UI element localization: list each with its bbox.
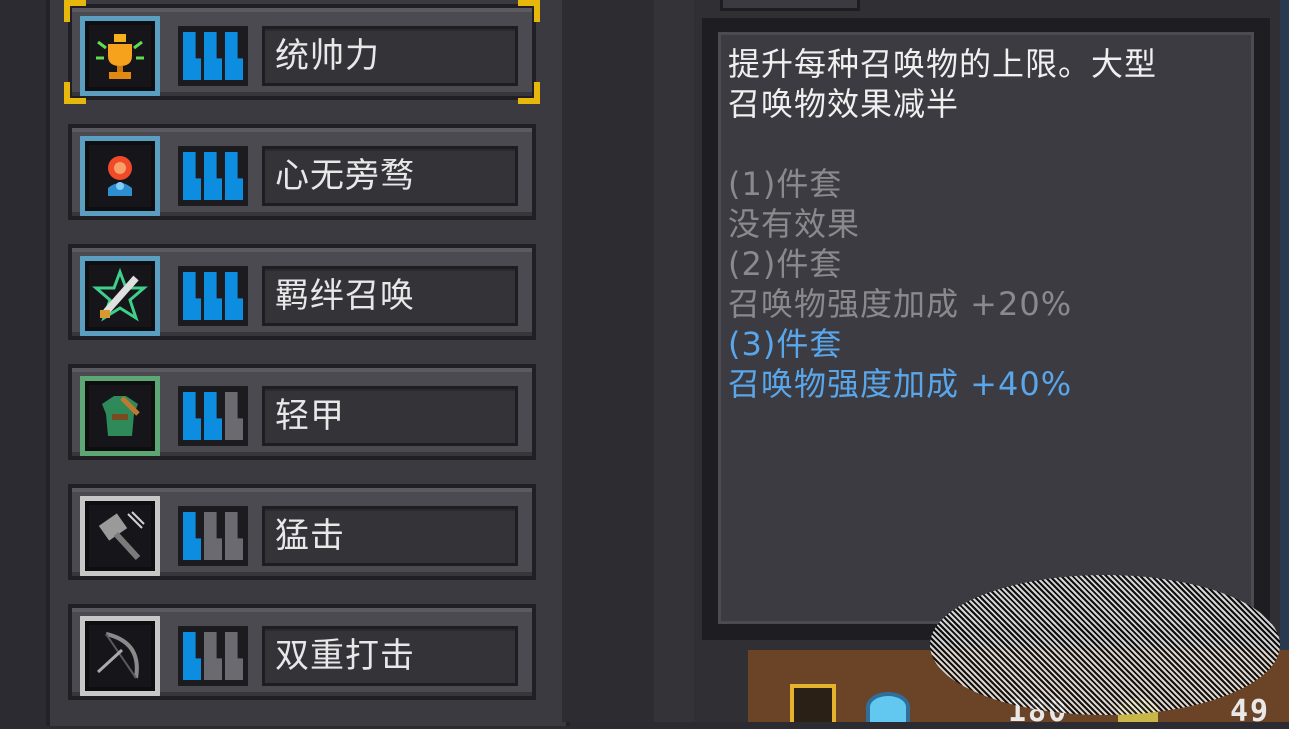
- golden-trophy-icon: [80, 16, 160, 96]
- level-pip: [225, 392, 243, 440]
- skill-row-jibanzhaohuan[interactable]: 羁绊召唤: [68, 244, 536, 340]
- level-pip: [204, 392, 222, 440]
- right-edge-strip: [1280, 0, 1289, 650]
- level-bars: [178, 266, 248, 326]
- level-bars: [178, 506, 248, 566]
- skill-row-xinwupangwu[interactable]: 心无旁骛: [68, 124, 536, 220]
- skill-name: 心无旁骛: [262, 146, 518, 206]
- tier-1-effect: 没有效果: [728, 205, 861, 243]
- skill-row-mengji[interactable]: 猛击: [68, 484, 536, 580]
- star-sword-icon: [80, 256, 160, 336]
- bow-icon: [80, 616, 160, 696]
- level-pip: [183, 392, 201, 440]
- tier-2-label: (2)件套: [728, 245, 843, 283]
- panel-gap: [562, 0, 654, 722]
- tooltip-description: 提升每种召唤物的上限。大型: [728, 45, 1158, 83]
- tier-3-effect: 召唤物强度加成 +40%: [728, 365, 1073, 403]
- level-pip: [225, 272, 243, 320]
- level-pip: [183, 152, 201, 200]
- level-pip: [183, 512, 201, 560]
- skill-name: 轻甲: [262, 386, 518, 446]
- level-bars: [178, 146, 248, 206]
- level-bars: [178, 626, 248, 686]
- tier-1-label: (1)件套: [728, 165, 843, 203]
- tooltip-tab: [720, 0, 860, 11]
- skill-name: 双重打击: [262, 626, 518, 686]
- gold-count: 49: [1230, 694, 1271, 729]
- green-armor-icon: [80, 376, 160, 456]
- level-pip: [204, 512, 222, 560]
- level-bars: [178, 26, 248, 86]
- skill-row-tongshuaili[interactable]: 统帅力: [64, 0, 540, 104]
- level-pip: [183, 632, 201, 680]
- skill-row-shuangchongdaji[interactable]: 双重打击: [68, 604, 536, 700]
- tooltip-description: 召唤物效果减半: [728, 85, 960, 123]
- level-pip: [204, 152, 222, 200]
- skill-name: 羁绊召唤: [262, 266, 518, 326]
- level-pip: [183, 272, 201, 320]
- hammer-icon: [80, 496, 160, 576]
- level-pip: [204, 32, 222, 80]
- skill-name: 统帅力: [262, 26, 518, 86]
- level-pip: [204, 272, 222, 320]
- selection-corner: [64, 0, 86, 22]
- panel-gap-2: [654, 0, 694, 722]
- level-pip: [183, 32, 201, 80]
- selection-corner: [518, 0, 540, 22]
- red-orb-icon: [80, 136, 160, 216]
- tier-3-label: (3)件套: [728, 325, 843, 363]
- level-bars: [178, 386, 248, 446]
- lock-slot-icon[interactable]: [790, 684, 836, 722]
- skill-row-qingjia[interactable]: 轻甲: [68, 364, 536, 460]
- level-pip: [204, 632, 222, 680]
- gem-icon: [866, 692, 910, 722]
- skill-tooltip: 提升每种召唤物的上限。大型 召唤物效果减半 (1)件套 没有效果 (2)件套 召…: [702, 18, 1270, 640]
- level-pip: [225, 152, 243, 200]
- selection-corner: [518, 82, 540, 104]
- tooltip-spacer: [728, 124, 1248, 164]
- level-pip: [225, 32, 243, 80]
- tier-2-effect: 召唤物强度加成 +20%: [728, 285, 1073, 323]
- static-noise-overlay: [930, 575, 1280, 715]
- level-pip: [225, 512, 243, 560]
- skill-name: 猛击: [262, 506, 518, 566]
- level-pip: [225, 632, 243, 680]
- tooltip-text: 提升每种召唤物的上限。大型 召唤物效果减半 (1)件套 没有效果 (2)件套 召…: [728, 44, 1248, 404]
